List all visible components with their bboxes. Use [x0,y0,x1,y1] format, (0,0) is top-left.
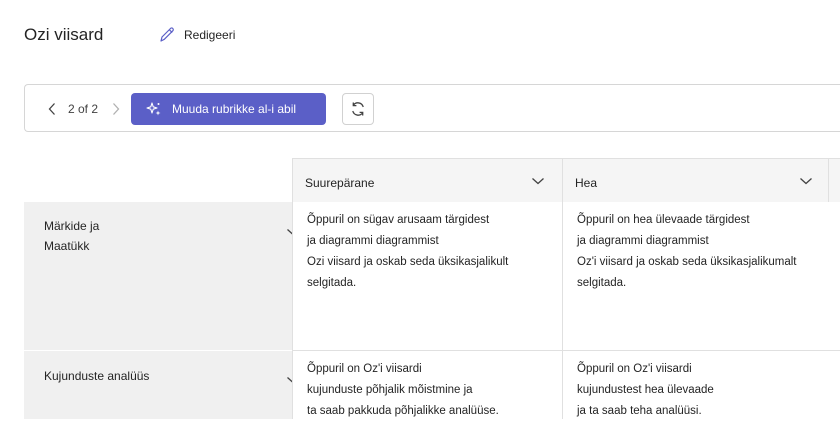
edit-button-label: Redigeeri [184,28,236,42]
row-header-design-analysis: Kujunduste analüüs [24,351,299,419]
previous-page-button[interactable] [45,100,59,118]
row-header-label: Kujunduste analüüs [44,369,150,383]
rubric-cell[interactable]: Õppuril on hea ülevaade tärgidest ja dia… [562,202,840,350]
refresh-button[interactable] [342,93,374,125]
ai-edit-rubric-button[interactable]: Muuda rubrikke al-i abil [131,93,326,125]
column-header-good: Hea [562,158,840,203]
column-header-label: Hea [575,176,598,190]
rubric-cell[interactable]: Õppuril on sügav arusaam tärgidest ja di… [292,202,562,350]
page-title: Ozi viisard [24,25,104,44]
chevron-down-icon[interactable] [530,173,546,189]
rubric-cell-text: Õppuril on sügav arusaam tärgidest ja di… [307,214,509,289]
chevron-left-icon [48,103,55,115]
column-header-excellent: Suurepärane [292,158,562,202]
rubric-cell-text: Õppuril on hea ülevaade tärgidest ja dia… [577,214,797,289]
column-divider [828,159,829,203]
rubric-cell[interactable]: Õppuril on Oz'i viisardi kujunduste põhj… [292,351,562,419]
row-header-label: Märkide ja [44,219,100,233]
page-indicator: 2 of 2 [68,102,99,116]
rubric-cell-text: Õppuril on Oz'i viisardi kujundustest he… [577,363,714,417]
row-header-label: Maatükk [44,239,90,253]
column-header-label: Suurepärane [305,176,375,190]
chevron-down-icon[interactable] [798,173,814,189]
next-page-button[interactable] [109,100,123,118]
row-header-characters-and-plot: Märkide ja Maatükk [24,202,299,350]
rubric-cell[interactable]: Õppuril on Oz'i viisardi kujundustest he… [562,351,840,419]
chevron-right-icon [113,103,120,115]
pencil-icon [158,26,176,44]
refresh-icon [352,102,364,116]
sparkle-icon [146,102,161,116]
rubric-cell-text: Õppuril on Oz'i viisardi kujunduste põhj… [307,363,499,417]
edit-button[interactable]: Redigeeri [158,24,235,46]
ai-edit-rubric-label: Muuda rubrikke al-i abil [172,102,297,116]
